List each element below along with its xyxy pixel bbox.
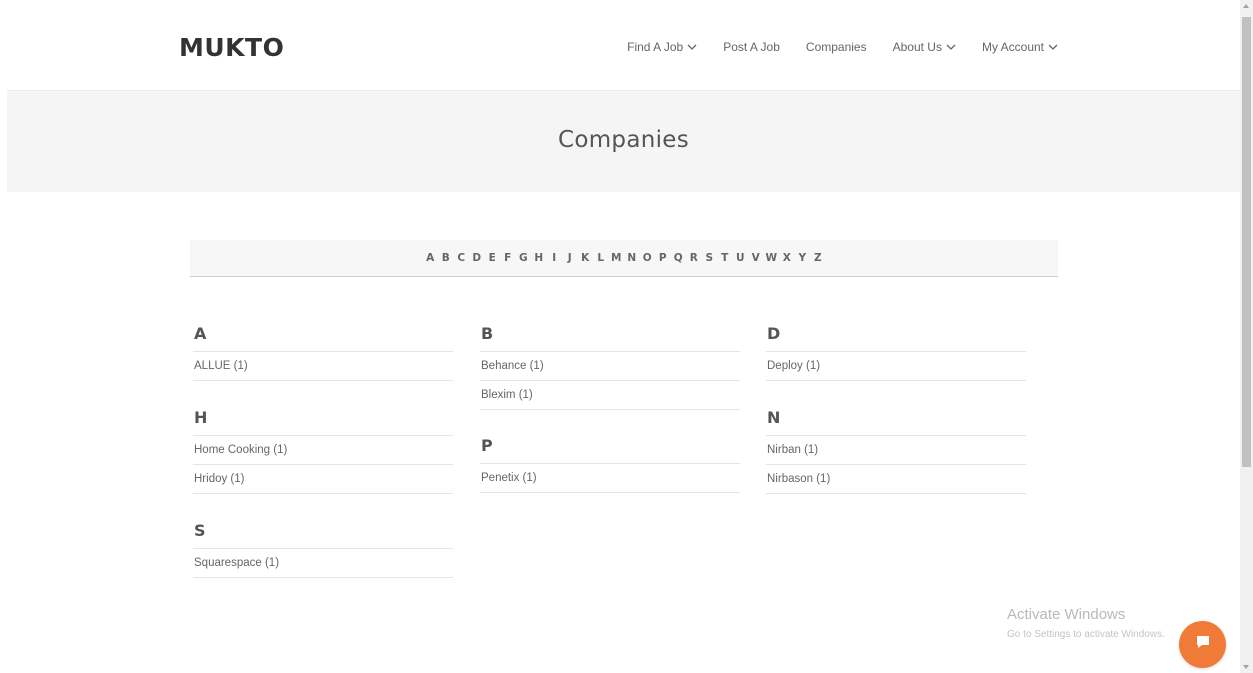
nav-about-us[interactable]: About Us (893, 40, 956, 54)
company-link[interactable]: Nirban (1) (766, 436, 1026, 465)
activate-windows-subtitle: Go to Settings to activate Windows. (1007, 629, 1165, 640)
scroll-thumb[interactable] (1242, 17, 1251, 467)
alphabet-letter-a[interactable]: A (423, 252, 439, 264)
company-link[interactable]: ALLUE (1) (193, 352, 453, 381)
alphabet-letter-r[interactable]: R (686, 252, 702, 264)
site-logo[interactable]: MUKTO (179, 33, 284, 62)
nav-companies[interactable]: Companies (806, 40, 867, 54)
page-title-band: Companies (7, 90, 1240, 192)
nav-post-a-job[interactable]: Post A Job (723, 40, 780, 54)
alphabet-letter-i[interactable]: I (547, 252, 563, 264)
group-letter-heading: A (193, 323, 453, 352)
page-title: Companies (557, 127, 690, 153)
nav-find-a-job[interactable]: Find A Job (627, 40, 697, 54)
alphabet-letter-p[interactable]: P (655, 252, 671, 264)
alphabet-letter-g[interactable]: G (516, 252, 532, 264)
alphabet-letter-y[interactable]: Y (795, 252, 811, 264)
alphabet-letter-m[interactable]: M (609, 252, 625, 264)
nav-label: Find A Job (627, 40, 684, 54)
company-link[interactable]: Deploy (1) (766, 352, 1026, 381)
alphabet-letter-q[interactable]: Q (671, 252, 687, 264)
company-group-b: B Behance (1) Blexim (1) (480, 323, 740, 410)
alphabet-letter-j[interactable]: J (562, 252, 578, 264)
company-link[interactable]: Behance (1) (480, 352, 740, 381)
group-letter-heading: H (193, 407, 453, 436)
company-link[interactable]: Blexim (1) (480, 381, 740, 410)
page-scrollbar[interactable] (1240, 0, 1253, 673)
alphabet-letter-h[interactable]: H (531, 252, 547, 264)
group-letter-heading: N (766, 407, 1026, 436)
nav-label: About Us (892, 40, 942, 54)
alphabet-letter-t[interactable]: T (717, 252, 733, 264)
activate-windows-title: Activate Windows (1007, 606, 1126, 623)
alphabet-letter-o[interactable]: O (640, 252, 656, 264)
nav-label: Post A Job (723, 40, 780, 54)
group-letter-heading: B (480, 323, 740, 352)
group-letter-heading: P (480, 435, 740, 464)
chat-bubble-icon (1195, 634, 1211, 655)
alphabet-letter-x[interactable]: X (779, 252, 795, 264)
company-group-a: A ALLUE (1) (193, 323, 453, 381)
company-group-s: S Squarespace (1) (193, 520, 453, 578)
nav-label: Companies (805, 40, 867, 54)
alphabet-letter-k[interactable]: K (578, 252, 594, 264)
alphabet-letter-l[interactable]: L (593, 252, 609, 264)
company-link[interactable]: Home Cooking (1) (193, 436, 453, 465)
alphabet-letter-f[interactable]: F (500, 252, 516, 264)
alphabet-letter-d[interactable]: D (469, 252, 485, 264)
alphabet-letter-u[interactable]: U (733, 252, 749, 264)
alphabet-filter-bar: ABCDEFGHIJKLMNOPQRSTUVWXYZ (190, 240, 1058, 277)
main-nav: Find A Job Post A Job Companies About Us… (627, 40, 1058, 54)
company-group-d: D Deploy (1) (766, 323, 1026, 381)
company-link[interactable]: Penetix (1) (480, 464, 740, 493)
chevron-down-icon (946, 42, 956, 52)
company-link[interactable]: Nirbason (1) (766, 465, 1026, 494)
scroll-up-arrow-icon[interactable] (1243, 4, 1249, 8)
group-letter-heading: D (766, 323, 1026, 352)
company-group-n: N Nirban (1) Nirbason (1) (766, 407, 1026, 494)
alphabet-letter-s[interactable]: S (702, 252, 718, 264)
alphabet-letter-b[interactable]: B (438, 252, 454, 264)
nav-my-account[interactable]: My Account (982, 40, 1058, 54)
alphabet-letter-n[interactable]: N (624, 252, 640, 264)
company-link[interactable]: Squarespace (1) (193, 549, 453, 578)
nav-label: My Account (981, 40, 1044, 54)
scroll-down-arrow-icon[interactable] (1243, 665, 1249, 669)
chat-button[interactable] (1179, 621, 1226, 668)
alphabet-letter-v[interactable]: V (748, 252, 764, 264)
group-letter-heading: S (193, 520, 453, 549)
site-header: MUKTO Find A Job Post A Job Companies Ab… (0, 0, 1240, 90)
alphabet-letter-c[interactable]: C (454, 252, 470, 264)
chevron-down-icon (1048, 42, 1058, 52)
company-group-h: H Home Cooking (1) Hridoy (1) (193, 407, 453, 494)
chevron-down-icon (687, 42, 697, 52)
alphabet-letter-e[interactable]: E (485, 252, 501, 264)
alphabet-letter-z[interactable]: Z (810, 252, 826, 264)
company-group-p: P Penetix (1) (480, 435, 740, 493)
company-link[interactable]: Hridoy (1) (193, 465, 453, 494)
alphabet-letter-w[interactable]: W (764, 252, 780, 264)
